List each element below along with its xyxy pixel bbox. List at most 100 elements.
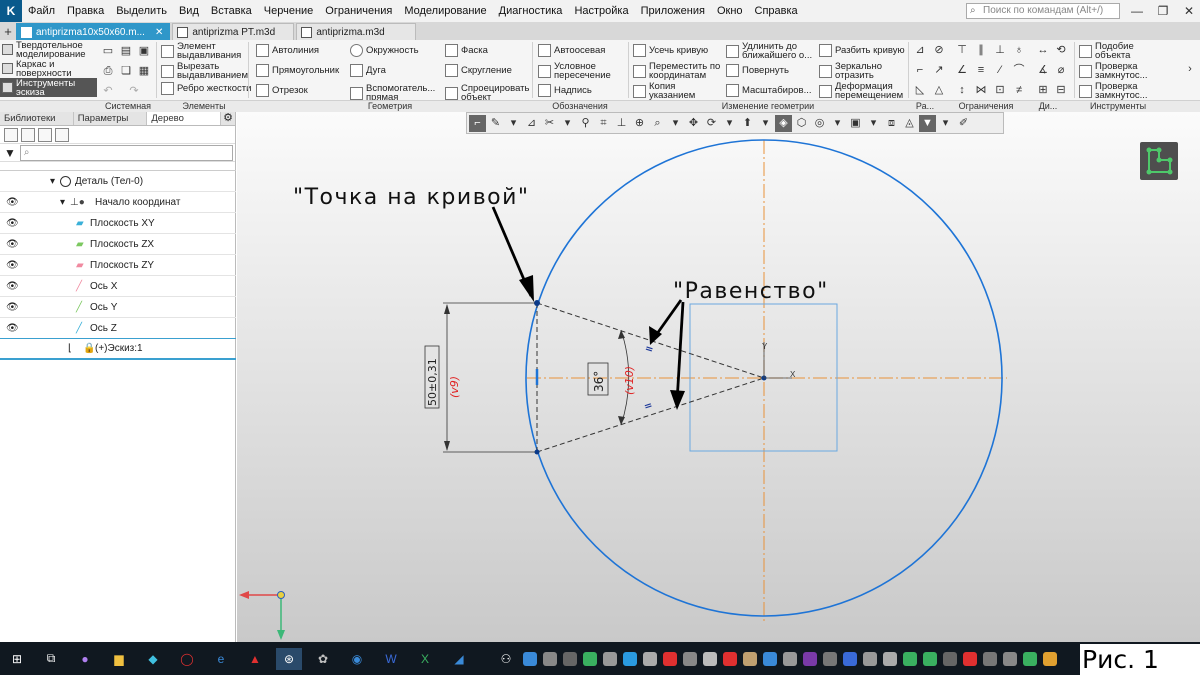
volume-icon[interactable]	[1003, 651, 1017, 666]
tray-app-icon[interactable]	[923, 651, 937, 666]
word-app-icon[interactable]: W	[378, 648, 404, 670]
snap-icon[interactable]: ⊿	[913, 43, 927, 57]
section-icon[interactable]: ⧈	[883, 115, 900, 132]
arc-corner-icon[interactable]: ↗	[932, 63, 946, 77]
eye-icon[interactable]: 👁	[6, 260, 20, 271]
tab-libraries[interactable]: Библиотеки	[0, 112, 74, 125]
rotate-view-icon[interactable]: ⟳	[703, 115, 720, 132]
dim-linear-icon[interactable]: ↔	[1036, 43, 1050, 57]
tree-item-axis-y[interactable]: 👁 ╱ Ось Y	[0, 297, 236, 318]
tray-app-icon[interactable]	[763, 651, 777, 666]
opera-browser-icon[interactable]: ◯	[174, 648, 200, 670]
no-snap-icon[interactable]: ⊘	[932, 43, 946, 57]
mode-sketch-tools[interactable]: Инструменты эскиза	[0, 78, 97, 97]
trim-curve-button[interactable]: Усечь кривую	[633, 44, 708, 57]
dropdown-icon[interactable]: ▾	[721, 115, 738, 132]
tray-app-icon[interactable]	[963, 651, 977, 666]
edge-browser-icon[interactable]: e	[208, 648, 234, 670]
graphics-viewport[interactable]: Y X 50±0,31 (v9) 36° (v10) = = "Точка на…	[237, 112, 1200, 642]
menu-help[interactable]: Справка	[749, 0, 804, 22]
tree-item-plane-zx[interactable]: 👁 ▰ Плоскость ZX	[0, 234, 236, 255]
copy-icon[interactable]: ❏	[119, 64, 133, 78]
circle-button[interactable]: Окружность	[350, 44, 419, 57]
tray-app-icon[interactable]	[823, 651, 837, 666]
move-by-coords-button[interactable]: Переместить по координатам	[633, 62, 725, 80]
tray-app-icon[interactable]	[623, 651, 637, 666]
collinear-icon[interactable]: ⁄	[993, 63, 1007, 77]
expand-icon[interactable]: ▾	[60, 197, 65, 208]
close-button[interactable]: ✕	[1176, 0, 1200, 22]
paint-app-icon[interactable]: ◆	[140, 648, 166, 670]
menu-apps[interactable]: Приложения	[635, 0, 711, 22]
file-explorer-icon[interactable]: ▆	[106, 648, 132, 670]
split-curve-button[interactable]: Разбить кривую	[819, 44, 905, 57]
rotate-button[interactable]: Повернуть	[726, 64, 789, 77]
tree-sort-icon[interactable]	[21, 127, 35, 142]
menu-window[interactable]: Окно	[711, 0, 749, 22]
tree-item-plane-zy[interactable]: 👁 ▰ Плоскость ZY	[0, 255, 236, 276]
menu-file[interactable]: Файл	[22, 0, 61, 22]
undo-icon[interactable]: ↶	[101, 84, 115, 98]
menu-constraints[interactable]: Ограничения	[319, 0, 398, 22]
link-icon[interactable]: ⚲	[577, 115, 594, 132]
display-icon[interactable]: ▣	[847, 115, 864, 132]
triangle-side-bottom[interactable]	[536, 377, 765, 453]
horizontal-constraint-icon[interactable]: ⊤	[955, 43, 969, 57]
document-tab-antiprizma-pt[interactable]: antiprizma PT.m3d	[172, 23, 295, 40]
tray-app-icon[interactable]	[643, 651, 657, 666]
tree-search-input[interactable]: ⌕	[19, 144, 233, 161]
vertical-constraint-icon[interactable]: ↕	[955, 83, 969, 97]
cut-extrude-button[interactable]: Вырезать выдавливанием	[161, 62, 257, 80]
parallel-constraint-icon[interactable]: ∥	[974, 43, 988, 57]
copy-by-pick-button[interactable]: Копия указанием	[633, 82, 715, 100]
tray-app-icon[interactable]	[1043, 651, 1057, 666]
closure-check-button-2[interactable]: Проверка замкнутос...	[1079, 82, 1157, 100]
extrude-element-button[interactable]: Элемент выдавливания	[161, 42, 257, 60]
menu-insert[interactable]: Вставка	[205, 0, 258, 22]
dim-diameter-icon[interactable]: ⌀	[1054, 63, 1068, 77]
symmetry-icon[interactable]: ⋈	[974, 83, 988, 97]
menu-drafting[interactable]: Черчение	[258, 0, 320, 22]
tray-app-icon[interactable]	[603, 651, 617, 666]
deform-move-button[interactable]: Деформация перемещением	[819, 82, 911, 100]
new-tab-button[interactable]: +	[0, 22, 16, 40]
open-file-icon[interactable]: ▤	[119, 44, 133, 58]
restore-button[interactable]: ❐	[1150, 0, 1176, 22]
command-search-input[interactable]: ⌕ Поиск по командам (Alt+/)	[966, 3, 1120, 19]
dropdown-icon[interactable]: ▾	[757, 115, 774, 132]
measure-icon[interactable]: ◬	[901, 115, 918, 132]
menu-settings[interactable]: Настройка	[568, 0, 634, 22]
dim-radial-icon[interactable]: ⟲	[1054, 43, 1068, 57]
fix-icon[interactable]: ⊡	[993, 83, 1007, 97]
tray-app-icon[interactable]	[803, 651, 817, 666]
eye-icon[interactable]: 👁	[6, 323, 20, 334]
minimize-button[interactable]: —	[1124, 0, 1150, 22]
menu-edit[interactable]: Правка	[61, 0, 110, 22]
menu-modeling[interactable]: Моделирование	[398, 0, 492, 22]
angle-constraint-icon[interactable]: ∠	[955, 63, 969, 77]
point-bottom[interactable]	[534, 449, 540, 455]
tree-item-axis-x[interactable]: 👁 ╱ Ось X	[0, 276, 236, 297]
triangle-icon[interactable]: ◺	[913, 83, 927, 97]
dropdown-icon[interactable]: ▾	[937, 115, 954, 132]
dim-angular-icon[interactable]: ∡	[1036, 63, 1050, 77]
tree-item-part[interactable]: ▾ Деталь (Тел-0)	[0, 171, 236, 192]
task-view-icon[interactable]: ⧉	[38, 648, 64, 670]
tray-app-icon[interactable]	[583, 651, 597, 666]
expand-icon[interactable]: ▾	[50, 176, 55, 187]
tab-tree[interactable]: Дерево	[147, 112, 222, 125]
people-icon[interactable]: ⚇	[496, 648, 516, 670]
closure-check-button[interactable]: Проверка замкнутос...	[1079, 62, 1157, 80]
dim-linear-value[interactable]: 50±0,31	[426, 358, 439, 406]
tray-app-icon[interactable]	[1023, 651, 1037, 666]
eye-icon[interactable]: 👁	[6, 302, 20, 313]
filter-icon[interactable]: ▼	[919, 114, 936, 132]
pen-icon[interactable]: ✎	[487, 115, 504, 132]
sketch-mode-icon[interactable]: ⌐	[469, 114, 486, 132]
autocad-icon[interactable]: ▲	[242, 648, 268, 670]
tray-app-icon[interactable]	[983, 651, 997, 666]
parametric-icon[interactable]: ✂	[541, 115, 558, 132]
bluetooth-icon[interactable]	[843, 651, 857, 666]
ortho-icon[interactable]: ⊥	[613, 115, 630, 132]
tree-group-icon[interactable]	[38, 127, 52, 142]
